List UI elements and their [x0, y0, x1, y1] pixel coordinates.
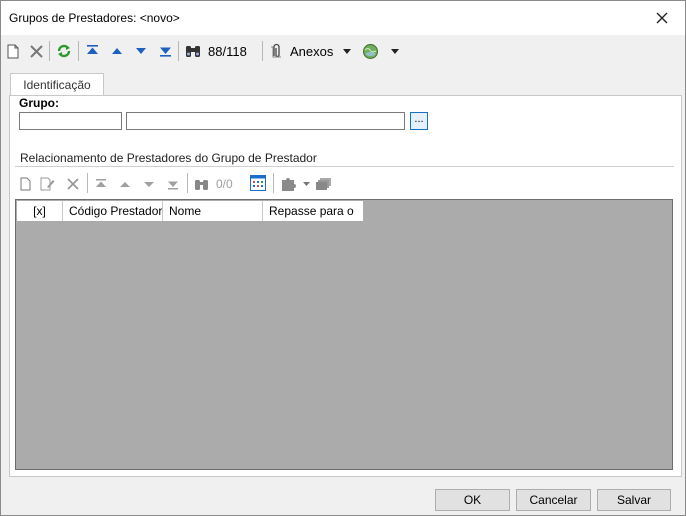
column-header-repasse[interactable]: Repasse para o: [263, 201, 363, 221]
search-prestador-button[interactable]: [192, 175, 210, 193]
first-prestador-button[interactable]: [93, 175, 109, 193]
delete-prestador-button[interactable]: [65, 175, 81, 193]
previous-prestador-button[interactable]: [117, 175, 133, 193]
search-binoculars-icon: [194, 179, 208, 190]
grid-header: [x] Código Prestador Nome Repasse para o: [17, 201, 363, 221]
group-divider: [15, 166, 674, 167]
tab-identificacao[interactable]: Identificação: [10, 73, 104, 96]
toolbar-separator: [178, 41, 179, 61]
new-document-icon: [7, 44, 19, 58]
grupo-name-field[interactable]: [126, 112, 405, 130]
anexos-label: Anexos: [290, 43, 334, 59]
batch-action-button[interactable]: [279, 175, 297, 193]
window-title: Grupos de Prestadores: <novo>: [9, 11, 180, 25]
search-button[interactable]: [184, 42, 202, 60]
cancel-button[interactable]: Cancelar: [516, 489, 591, 511]
grid-calendar-icon: [250, 175, 266, 191]
web-button[interactable]: [360, 42, 380, 60]
anexos-dropdown-button[interactable]: [341, 42, 353, 60]
title-bar: Grupos de Prestadores: <novo>: [1, 1, 685, 35]
previous-record-icon: [120, 181, 130, 187]
dialog-window: Grupos de Prestadores: <novo> 88/118 Ane…: [0, 0, 686, 516]
refresh-button[interactable]: [54, 42, 74, 60]
previous-record-button[interactable]: [109, 42, 125, 60]
toolbar-separator: [187, 173, 188, 193]
ok-button[interactable]: OK: [435, 489, 510, 511]
copy-button[interactable]: [315, 175, 333, 193]
column-header-select[interactable]: [x]: [17, 201, 63, 221]
search-binoculars-icon: [186, 46, 200, 57]
last-record-icon: [159, 47, 171, 57]
dropdown-arrow-icon: [391, 48, 399, 54]
column-header-nome[interactable]: Nome: [163, 201, 263, 221]
column-header-codigo-prestador[interactable]: Código Prestador: [63, 201, 163, 221]
new-document-icon: [20, 177, 30, 191]
grid-view-button[interactable]: [248, 174, 268, 192]
refresh-icon: [57, 44, 71, 58]
new-record-button[interactable]: [5, 42, 21, 60]
dropdown-arrow-icon: [343, 48, 351, 54]
close-button[interactable]: [649, 6, 675, 30]
toolbar-separator: [262, 41, 263, 61]
relacionamento-toolbar: 0/0: [15, 169, 673, 197]
next-record-button[interactable]: [133, 42, 149, 60]
last-prestador-button[interactable]: [165, 175, 181, 193]
stack-icon: [316, 178, 331, 190]
toolbar-separator: [273, 173, 274, 193]
toolbar-separator: [78, 41, 79, 61]
first-record-icon: [86, 45, 98, 54]
delete-record-button[interactable]: [27, 42, 45, 60]
record-counter: 88/118: [208, 44, 247, 59]
next-record-icon: [144, 181, 154, 187]
relacionamento-group-title: Relacionamento de Prestadores do Grupo d…: [20, 151, 317, 165]
globe-icon: [362, 43, 378, 59]
grupo-code-field[interactable]: [19, 112, 122, 130]
next-prestador-button[interactable]: [141, 175, 157, 193]
edit-prestador-button[interactable]: [39, 175, 55, 193]
toolbar-separator: [87, 173, 88, 193]
web-dropdown-button[interactable]: [389, 42, 401, 60]
puzzle-icon: [282, 177, 296, 191]
batch-action-dropdown[interactable]: [301, 175, 311, 193]
prestadores-grid[interactable]: [x] Código Prestador Nome Repasse para o: [15, 199, 673, 470]
next-record-icon: [136, 48, 146, 54]
anexos-button[interactable]: Anexos: [269, 42, 337, 60]
last-record-icon: [168, 181, 178, 189]
first-record-button[interactable]: [84, 42, 100, 60]
prestador-record-counter: 0/0: [216, 177, 233, 191]
delete-icon: [67, 178, 79, 190]
toolbar-separator: [49, 41, 50, 61]
save-button[interactable]: Salvar: [597, 489, 671, 511]
edit-document-icon: [40, 177, 54, 191]
last-record-button[interactable]: [157, 42, 173, 60]
main-toolbar: 88/118 Anexos: [1, 35, 685, 67]
grupo-lookup-button[interactable]: ...: [410, 112, 428, 130]
close-icon: [656, 12, 668, 24]
grupo-label: Grupo:: [19, 96, 59, 110]
dropdown-arrow-icon: [302, 182, 310, 186]
add-prestador-button[interactable]: [18, 175, 32, 193]
paperclip-icon: [271, 43, 281, 58]
first-record-icon: [96, 178, 106, 187]
delete-icon: [29, 44, 43, 58]
previous-record-icon: [112, 48, 122, 54]
